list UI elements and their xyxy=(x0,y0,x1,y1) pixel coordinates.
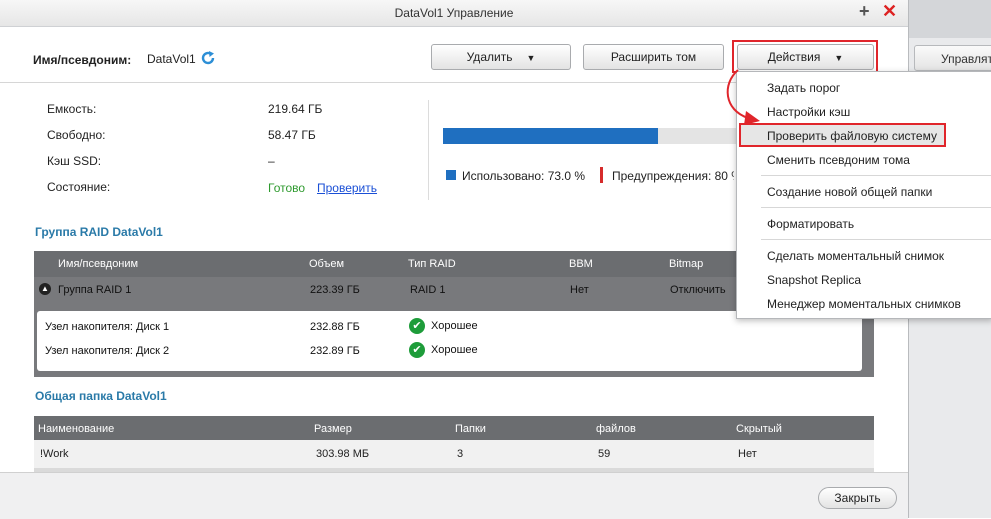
shares-col-files: файлов xyxy=(596,423,636,435)
shares-col-name: Наименование xyxy=(38,423,115,435)
raid-col-bitmap: Bitmap xyxy=(669,258,704,270)
shares-col-hidden: Скрытый xyxy=(736,423,782,435)
share-files: 59 xyxy=(598,448,611,460)
disk-status: Хорошее xyxy=(431,343,478,356)
raid-section-title: Группа RAID DataVol1 xyxy=(35,225,163,239)
table-row[interactable]: !Work 303.98 МБ 3 59 Нет xyxy=(34,440,874,472)
menu-separator xyxy=(761,175,991,176)
check-circle-icon: ✔ xyxy=(409,342,425,358)
disk-size: 232.89 ГБ xyxy=(310,345,360,357)
raid-col-type: Тип RAID xyxy=(408,258,456,270)
usage-bar-fill xyxy=(443,128,658,144)
check-circle-icon: ✔ xyxy=(409,318,425,334)
menu-item-cache-settings[interactable]: Настройки кэш xyxy=(767,105,850,119)
shares-col-folders: Папки xyxy=(455,423,486,435)
free-value: 58.47 ГБ xyxy=(268,128,316,142)
delete-button-label: Удалить xyxy=(466,50,513,64)
close-icon[interactable]: ✕ xyxy=(882,0,897,22)
disk-name: Узел накопителя: Диск 2 xyxy=(45,345,170,357)
menu-item-check-filesystem-label: Проверить файловую систему xyxy=(767,129,937,143)
share-size: 303.98 МБ xyxy=(316,448,370,460)
share-folders: 3 xyxy=(457,448,464,460)
alias-label: Имя/псевдоним: xyxy=(33,53,132,67)
share-hidden: Нет xyxy=(738,448,757,460)
alias-value: DataVol1 xyxy=(147,52,196,66)
disk-size: 232.88 ГБ xyxy=(310,321,360,333)
list-item[interactable]: Узел накопителя: Диск 2 232.89 ГБ ✔ Хорош… xyxy=(37,339,862,363)
background-manage-button[interactable]: Управлять xyxy=(914,45,991,71)
maximize-icon[interactable]: + xyxy=(859,0,870,22)
menu-item-check-filesystem[interactable]: Проверить файловую систему xyxy=(739,123,946,147)
status-label: Состояние: xyxy=(47,180,111,194)
raid-group-size: 223.39 ГБ xyxy=(310,284,360,296)
expand-volume-button[interactable]: Расширить том xyxy=(583,44,724,70)
menu-item-snapshot-manager[interactable]: Менеджер моментальных снимков xyxy=(767,297,961,311)
delete-button[interactable]: Удалить ▼ xyxy=(431,44,571,70)
background-titlebar xyxy=(908,0,991,38)
collapse-icon[interactable]: ▲ xyxy=(39,283,51,295)
actions-dropdown-menu: Задать порог Настройки кэш Проверить фай… xyxy=(736,71,991,319)
dialog-titlebar: DataVol1 Управление + ✕ xyxy=(0,0,908,27)
menu-item-snapshot-replica[interactable]: Snapshot Replica xyxy=(767,273,861,287)
info-divider xyxy=(428,100,429,200)
raid-group-bitmap: Отключить xyxy=(670,284,726,296)
menu-item-create-share[interactable]: Создание новой общей папки xyxy=(767,185,932,199)
dialog-title: DataVol1 Управление xyxy=(394,6,514,20)
raid-group-name: Группа RAID 1 xyxy=(58,284,132,296)
used-legend-swatch xyxy=(446,170,456,180)
caret-down-icon: ▼ xyxy=(526,53,536,63)
raid-group-bbm: Нет xyxy=(570,284,589,296)
dialog-footer: Закрыть xyxy=(0,472,908,519)
raid-group-type: RAID 1 xyxy=(410,284,446,296)
ssd-cache-value: – xyxy=(268,154,275,168)
raid-col-size: Объем xyxy=(309,258,345,270)
check-link[interactable]: Проверить xyxy=(317,181,377,195)
free-label: Свободно: xyxy=(47,128,106,142)
ssd-cache-label: Кэш SSD: xyxy=(47,154,102,168)
raid-col-name: Имя/псевдоним xyxy=(58,258,139,270)
capacity-value: 219.64 ГБ xyxy=(268,102,323,116)
shares-col-size: Размер xyxy=(314,423,352,435)
close-button[interactable]: Закрыть xyxy=(818,487,897,509)
shares-table-header: Наименование Размер Папки файлов Скрытый xyxy=(34,416,874,440)
share-name: !Work xyxy=(40,448,69,460)
menu-separator xyxy=(761,207,991,208)
disk-name: Узел накопителя: Диск 1 xyxy=(45,321,170,333)
raid-col-bbm: BBM xyxy=(569,258,593,270)
raid-disk-list: Узел накопителя: Диск 1 232.88 ГБ ✔ Хорош… xyxy=(37,311,862,371)
menu-separator xyxy=(761,239,991,240)
menu-item-format[interactable]: Форматировать xyxy=(767,217,854,231)
warn-legend-marker xyxy=(600,167,603,183)
refresh-icon[interactable] xyxy=(200,50,216,66)
menu-item-rename-volume[interactable]: Сменить псевдоним тома xyxy=(767,153,910,167)
menu-item-take-snapshot[interactable]: Сделать моментальный снимок xyxy=(767,249,944,263)
usage-bar-track xyxy=(443,128,737,144)
capacity-label: Емкость: xyxy=(47,102,97,116)
annotation-arrow xyxy=(726,69,760,125)
warn-legend-label: Предупреждения: 80 % xyxy=(612,169,734,183)
disk-status: Хорошее xyxy=(431,319,478,332)
used-legend-label: Использовано: 73.0 % xyxy=(462,169,586,183)
shares-section-title: Общая папка DataVol1 xyxy=(35,389,167,403)
menu-item-set-threshold[interactable]: Задать порог xyxy=(767,81,840,95)
status-value: Готово xyxy=(268,181,306,195)
